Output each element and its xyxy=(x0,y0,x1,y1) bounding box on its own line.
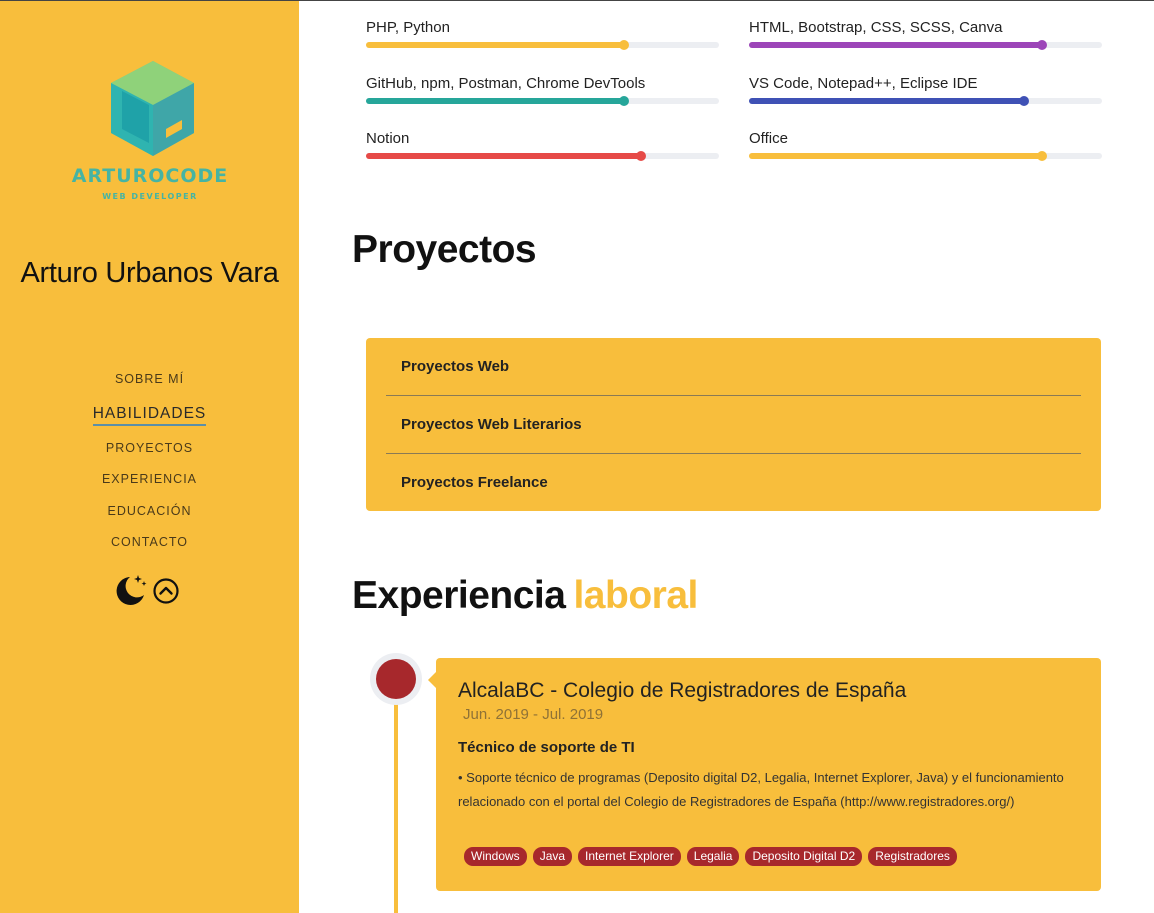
sidebar: ARTUROCODE WEB DEVELOPER Arturo Urbanos … xyxy=(0,1,299,913)
logo-subtitle: WEB DEVELOPER xyxy=(102,192,198,201)
experience-heading: Experiencia laboral xyxy=(352,574,698,618)
skill-bar-track xyxy=(366,151,719,161)
skill-php-python: PHP, Python xyxy=(366,18,719,50)
skill-bar-handle xyxy=(1019,96,1030,106)
skill-bar-fill xyxy=(749,42,1042,48)
tag: Java xyxy=(532,847,573,866)
profile-name: Arturo Urbanos Vara xyxy=(20,257,279,289)
skill-bar-track xyxy=(366,40,719,50)
experience-card: AlcalaBC - Colegio de Registradores de E… xyxy=(428,658,1101,891)
skill-office: Office xyxy=(749,129,1102,161)
skill-bar-handle xyxy=(618,40,629,50)
tag: Legalia xyxy=(686,847,740,866)
experience-heading-accent: laboral xyxy=(573,574,698,617)
skill-html-css: HTML, Bootstrap, CSS, SCSS, Canva xyxy=(749,18,1102,50)
timeline-dot xyxy=(376,659,416,699)
skill-bar-track xyxy=(749,96,1102,106)
experience-tags: Windows Java Internet Explorer Legalia Depos… xyxy=(464,847,963,866)
tag: Windows xyxy=(464,847,527,866)
moon-stars-icon[interactable] xyxy=(113,573,149,607)
projects-accordion: Proyectos Web Proyectos Web Literarios P… xyxy=(366,338,1101,511)
experience-description: • Soporte técnico de programas (Deposito… xyxy=(458,770,1064,809)
skill-label: Notion xyxy=(366,130,410,147)
skill-bar-fill xyxy=(366,42,624,48)
skill-bar-fill xyxy=(366,153,642,159)
timeline-marker xyxy=(370,653,422,705)
project-item-label: Proyectos Web xyxy=(401,358,510,375)
skill-bar-track xyxy=(749,40,1102,50)
logo[interactable]: ARTUROCODE WEB DEVELOPER xyxy=(70,59,230,209)
experience-date: Jun. 2019 - Jul. 2019 xyxy=(463,706,604,723)
skill-bar-track xyxy=(749,151,1102,161)
tag: Registradores xyxy=(868,847,957,866)
skill-label: VS Code, Notepad++, Eclipse IDE xyxy=(749,75,978,92)
arrow-up-circle-icon[interactable] xyxy=(152,577,180,605)
project-item-freelance[interactable]: Proyectos Freelance xyxy=(386,454,1081,512)
skill-bar-handle xyxy=(636,151,647,161)
timeline-line xyxy=(394,700,398,913)
project-item-label: Proyectos Freelance xyxy=(401,474,548,491)
experience-role: Técnico de soporte de TI xyxy=(458,739,635,756)
nav-item-sobre-mi[interactable]: SOBRE MÍ xyxy=(0,372,299,386)
skill-bar-handle xyxy=(1036,151,1047,161)
experience-heading-main: Experiencia xyxy=(352,574,566,617)
projects-heading: Proyectos xyxy=(352,228,537,271)
skill-editors: VS Code, Notepad++, Eclipse IDE xyxy=(749,74,1102,106)
nav-item-experiencia[interactable]: EXPERIENCIA xyxy=(0,472,299,486)
experience-company: AlcalaBC - Colegio de Registradores de E… xyxy=(458,679,907,702)
skill-bar-handle xyxy=(1036,40,1047,50)
skill-notion: Notion xyxy=(366,129,719,161)
skill-label: GitHub, npm, Postman, Chrome DevTools xyxy=(366,75,646,92)
skill-bar-fill xyxy=(749,98,1025,104)
nav-item-habilidades[interactable]: HABILIDADES xyxy=(92,405,207,426)
project-item-web[interactable]: Proyectos Web xyxy=(386,338,1081,396)
card-pointer xyxy=(428,672,436,688)
skill-label: Office xyxy=(749,130,788,147)
skill-bar-fill xyxy=(749,153,1042,159)
skill-bar-fill xyxy=(366,98,624,104)
nav-item-proyectos[interactable]: PROYECTOS xyxy=(0,441,299,455)
skill-bar-handle xyxy=(618,96,629,106)
project-item-web-literarios[interactable]: Proyectos Web Literarios xyxy=(386,396,1081,454)
nav-item-educacion[interactable]: EDUCACIÓN xyxy=(0,504,299,518)
nav-item-contacto[interactable]: CONTACTO xyxy=(0,535,299,549)
skill-bar-track xyxy=(366,96,719,106)
logo-cube-icon xyxy=(111,61,194,156)
skill-label: PHP, Python xyxy=(366,19,450,36)
tag: Deposito Digital D2 xyxy=(745,847,863,866)
logo-title: ARTUROCODE xyxy=(71,165,229,187)
tag: Internet Explorer xyxy=(578,847,681,866)
skill-github-tools: GitHub, npm, Postman, Chrome DevTools xyxy=(366,74,719,106)
skill-label: HTML, Bootstrap, CSS, SCSS, Canva xyxy=(749,19,1003,36)
project-item-label: Proyectos Web Literarios xyxy=(401,416,582,433)
